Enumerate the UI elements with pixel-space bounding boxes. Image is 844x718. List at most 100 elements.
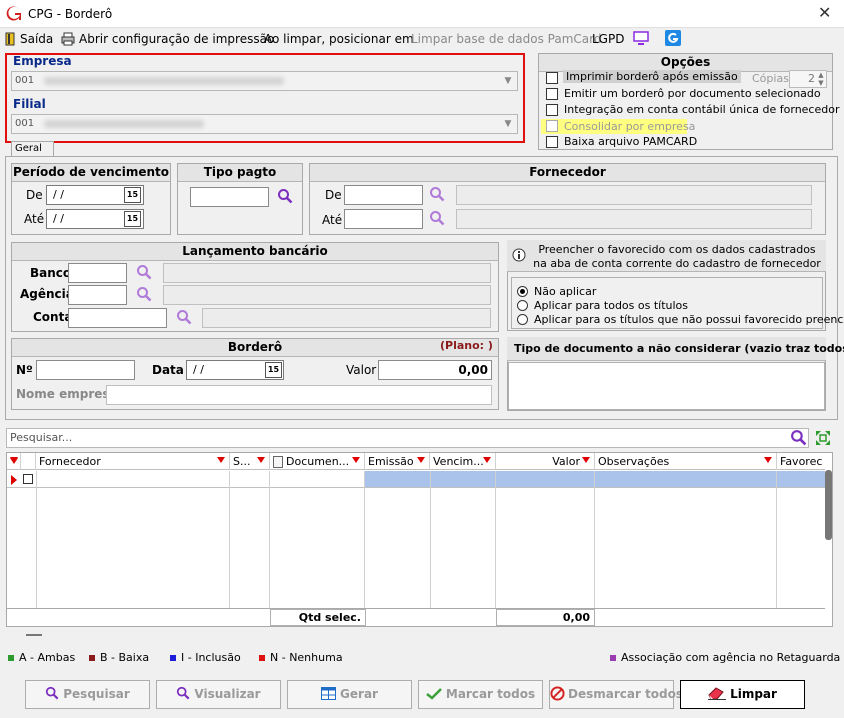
opt-consolidar-checkbox[interactable] bbox=[546, 120, 558, 132]
calendar-icon[interactable]: 15 bbox=[124, 187, 141, 203]
bordero-n-input[interactable] bbox=[36, 360, 135, 380]
col-fornecedor[interactable]: Fornecedor bbox=[36, 453, 230, 470]
title-bar: CPG - Borderô ✕ bbox=[0, 0, 844, 28]
opt-baixa-checkbox[interactable] bbox=[546, 136, 558, 148]
legend-baixa-label: B - Baixa bbox=[100, 651, 150, 664]
legend-nenhuma-swatch bbox=[259, 655, 265, 661]
search-icon bbox=[177, 686, 190, 700]
search-icon[interactable] bbox=[136, 264, 152, 280]
agencia-name bbox=[163, 285, 491, 305]
col-vencimento-label: Vencim... bbox=[433, 455, 484, 468]
agencia-input[interactable] bbox=[68, 285, 127, 305]
banco-label: Banco bbox=[30, 266, 72, 280]
lancamento-title: Lançamento bancário bbox=[12, 243, 498, 261]
banco-name bbox=[163, 263, 491, 283]
tab-geral[interactable]: Geral bbox=[11, 141, 54, 157]
fornecedor-ate-input[interactable] bbox=[344, 209, 423, 229]
banco-input[interactable] bbox=[68, 263, 127, 283]
tab-geral-label: Geral bbox=[15, 143, 42, 154]
periodo-title: Período de vencimento bbox=[12, 164, 170, 182]
row-checkbox[interactable] bbox=[23, 474, 33, 484]
print-config-menu[interactable]: Abrir configuração de impressão bbox=[79, 29, 274, 49]
legend-inclusao: I - Inclusão bbox=[170, 651, 241, 664]
info-icon bbox=[512, 248, 526, 262]
bordero-plano: (Plano: ) bbox=[440, 339, 493, 352]
col-s[interactable]: S... bbox=[230, 453, 270, 470]
document-icon bbox=[273, 456, 283, 468]
filter-icon[interactable] bbox=[10, 458, 18, 464]
tipo-doc-input[interactable] bbox=[508, 362, 825, 410]
limpar-button[interactable]: Limpar bbox=[680, 680, 805, 709]
desmarcar-todos-button[interactable]: Desmarcar todos bbox=[549, 680, 683, 709]
pesquisar-button[interactable]: Pesquisar bbox=[25, 680, 150, 709]
clear-pamcard-menu[interactable]: Limpar base de dados PamCard bbox=[411, 29, 601, 49]
bordero-data-label: Data bbox=[152, 363, 184, 377]
bordero-valor-input[interactable]: 0,00 bbox=[378, 360, 492, 380]
filial-select[interactable]: 001 ▼ bbox=[11, 114, 518, 134]
calendar-icon[interactable]: 15 bbox=[124, 211, 141, 227]
nome-empresa-input bbox=[106, 385, 492, 405]
vertical-scrollbar[interactable] bbox=[825, 470, 832, 540]
grid-check-header bbox=[21, 453, 36, 470]
search-icon[interactable] bbox=[277, 188, 293, 204]
col-observacoes[interactable]: Observações bbox=[595, 453, 777, 470]
search-icon[interactable] bbox=[429, 210, 445, 226]
exit-menu[interactable]: Saída bbox=[20, 29, 53, 49]
opt-emitir-checkbox[interactable] bbox=[546, 88, 558, 100]
grid-line bbox=[36, 471, 37, 608]
copias-spinner[interactable]: 2 ▲ ▼ bbox=[789, 70, 827, 88]
g-logo-icon[interactable] bbox=[665, 30, 681, 46]
favorecido-title: Preencher o favorecido com os dados cada… bbox=[533, 243, 821, 270]
radio-aplicar-todos[interactable] bbox=[517, 300, 528, 311]
radio-nao-aplicar-label: Não aplicar bbox=[534, 285, 597, 298]
search-icon[interactable] bbox=[176, 309, 192, 325]
close-icon[interactable]: ✕ bbox=[818, 3, 831, 22]
conta-input[interactable] bbox=[68, 308, 167, 328]
search-icon[interactable] bbox=[790, 429, 807, 446]
fornecedor-de-input[interactable] bbox=[344, 185, 423, 205]
calendar-icon[interactable]: 15 bbox=[265, 362, 282, 378]
spinner-arrows-icon[interactable]: ▲ ▼ bbox=[816, 71, 826, 87]
col-observacoes-label: Observações bbox=[598, 455, 670, 468]
table-row[interactable] bbox=[7, 471, 825, 488]
grid-line bbox=[430, 471, 431, 608]
gerar-button[interactable]: Gerar bbox=[287, 680, 412, 709]
bordero-title: Borderô bbox=[12, 339, 498, 357]
col-valor[interactable]: Valor bbox=[496, 453, 595, 470]
fornecedor-de-name bbox=[456, 185, 812, 205]
expand-icon[interactable] bbox=[814, 429, 832, 447]
chevron-down-icon[interactable]: ▼ bbox=[501, 74, 515, 88]
col-vencimento[interactable]: Vencim... bbox=[430, 453, 496, 470]
col-favorecido[interactable]: Favorec bbox=[777, 453, 825, 470]
fornecedor-ate-label: Até bbox=[322, 213, 343, 227]
grid-line bbox=[776, 471, 777, 608]
monitor-icon[interactable] bbox=[633, 31, 649, 46]
conta-name bbox=[202, 308, 491, 328]
opt-integracao-checkbox[interactable] bbox=[546, 104, 558, 116]
bordero-valor-label: Valor bbox=[346, 363, 377, 377]
chevron-down-icon[interactable]: ▼ bbox=[501, 117, 515, 131]
tipo-pagto-input[interactable] bbox=[190, 187, 269, 207]
col-valor-label: Valor bbox=[552, 455, 580, 468]
col-emissao[interactable]: Emissão bbox=[365, 453, 430, 470]
nome-empresa-label: Nome empresa bbox=[16, 387, 118, 401]
clear-position-menu[interactable]: Ao limpar, posicionar em bbox=[264, 29, 414, 49]
opt-emitir-label: Emitir um borderô por documento selecion… bbox=[564, 87, 821, 100]
radio-aplicar-sem-favorecido[interactable] bbox=[517, 314, 528, 325]
empresa-select[interactable]: 001 ▼ bbox=[11, 71, 518, 91]
search-icon[interactable] bbox=[136, 286, 152, 302]
col-favorecido-label: Favorec bbox=[780, 455, 823, 468]
search-input[interactable]: Pesquisar... bbox=[6, 428, 809, 448]
agencia-label: Agência bbox=[20, 287, 74, 301]
opt-imprimir-checkbox[interactable] bbox=[546, 72, 558, 84]
tipo-doc-title: Tipo de documento a não considerar (vazi… bbox=[514, 342, 844, 355]
marcar-todos-button[interactable]: Marcar todos bbox=[418, 680, 543, 709]
visualizar-button[interactable]: Visualizar bbox=[156, 680, 281, 709]
opt-integracao-label: Integração em conta contábil única de fo… bbox=[564, 103, 840, 116]
search-icon[interactable] bbox=[429, 186, 445, 202]
radio-nao-aplicar[interactable] bbox=[517, 286, 528, 297]
col-documento[interactable]: Documen... bbox=[270, 453, 365, 470]
app-logo-icon bbox=[6, 6, 22, 21]
horizontal-scrollbar[interactable] bbox=[26, 634, 42, 636]
lgpd-menu[interactable]: LGPD bbox=[592, 29, 624, 49]
